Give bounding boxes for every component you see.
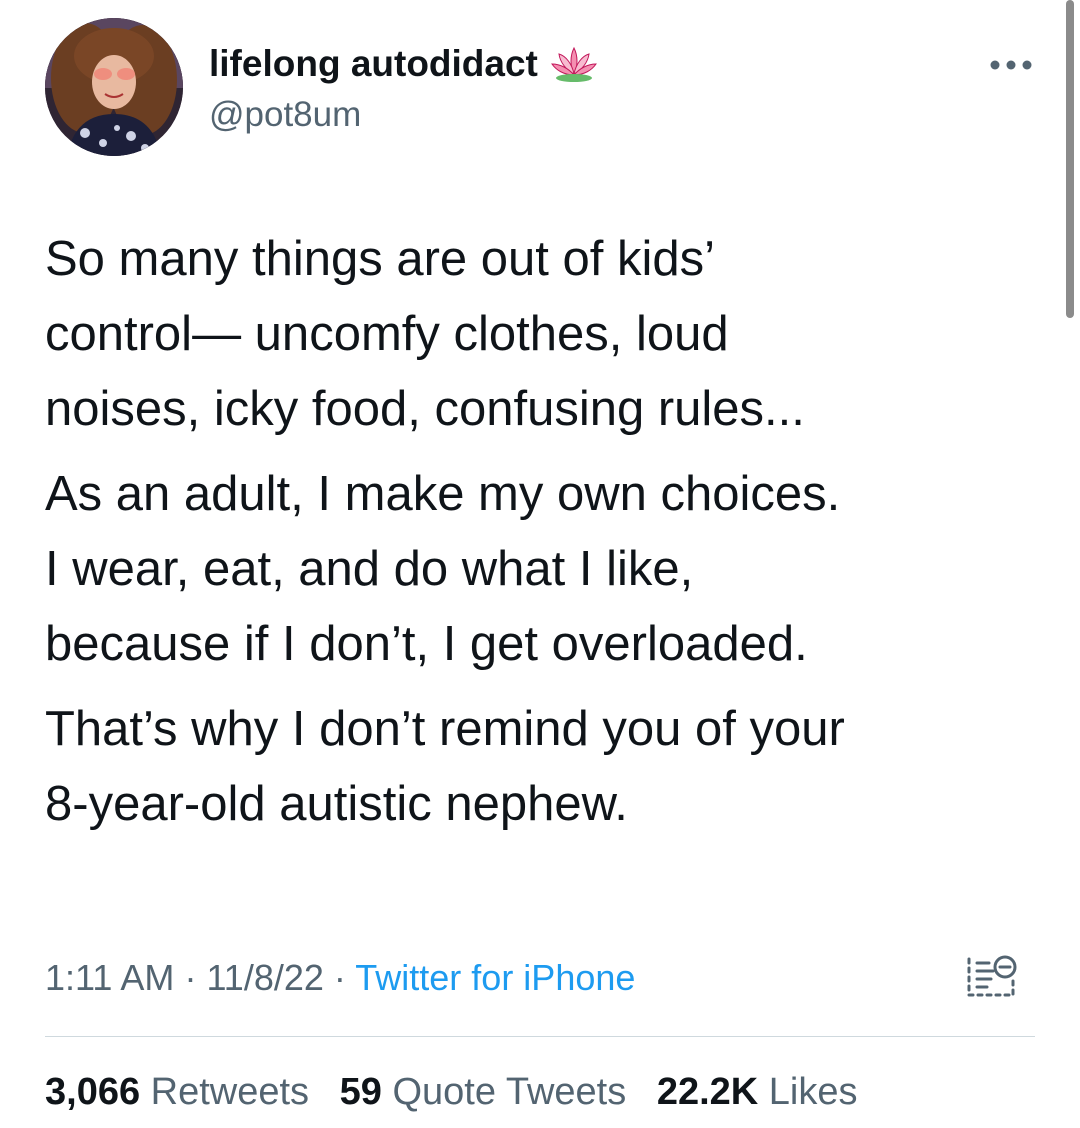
retweets-stat[interactable]: 3,066 Retweets: [45, 1066, 309, 1118]
avatar-photo: [45, 18, 183, 156]
tweet: lifelong autodidact @pot8um So many thin…: [0, 0, 1080, 1128]
analytics-icon[interactable]: [963, 951, 1021, 1001]
quote-tweets-stat[interactable]: 59 Quote Tweets: [340, 1066, 627, 1118]
scrollbar[interactable]: [1066, 0, 1074, 318]
tweet-text: So many things are out of kids’ control—…: [45, 222, 1035, 852]
tweet-stats: 3,066 Retweets 59 Quote Tweets 22.2K Lik…: [45, 1066, 878, 1118]
meta-separator: ·: [184, 957, 197, 998]
tweet-line: because if I don’t, I get overloaded.: [45, 617, 808, 671]
likes-count: 22.2K: [656, 1071, 759, 1113]
tweet-line: noises, icky food, confusing rules...: [45, 382, 805, 436]
tweet-source-link[interactable]: Twitter for iPhone: [355, 957, 635, 998]
tweet-paragraph: So many things are out of kids’ control—…: [45, 222, 1035, 447]
tweet-paragraph: That’s why I don’t remind you of your 8-…: [45, 692, 1035, 842]
lotus-icon: [550, 46, 597, 82]
more-options-icon[interactable]: [988, 58, 1034, 72]
retweets-count: 3,066: [45, 1071, 141, 1113]
tweet-line: That’s why I don’t remind you of your: [45, 702, 845, 756]
avatar[interactable]: [45, 18, 183, 156]
tweet-line: As an adult, I make my own choices.: [45, 467, 841, 521]
display-name-row[interactable]: lifelong autodidact: [209, 42, 598, 86]
quote-tweets-count: 59: [339, 1071, 382, 1113]
quote-tweets-label: Quote Tweets: [392, 1071, 627, 1113]
tweet-line: 8-year-old autistic nephew.: [45, 777, 628, 831]
divider: [45, 1036, 1035, 1037]
user-handle[interactable]: @pot8um: [209, 94, 361, 136]
tweet-line: I wear, eat, and do what I like,: [45, 542, 694, 596]
tweet-paragraph: As an adult, I make my own choices. I we…: [45, 457, 1035, 682]
tweet-time[interactable]: 1:11 AM: [45, 957, 174, 998]
retweets-label: Retweets: [150, 1071, 310, 1113]
likes-label: Likes: [768, 1071, 858, 1113]
likes-stat[interactable]: 22.2K Likes: [657, 1066, 858, 1118]
tweet-date[interactable]: 11/8/22: [206, 957, 323, 998]
display-name[interactable]: lifelong autodidact: [209, 42, 538, 86]
tweet-meta: 1:11 AM · 11/8/22 · Twitter for iPhone: [45, 952, 635, 1004]
meta-separator: ·: [333, 957, 346, 998]
tweet-line: So many things are out of kids’: [45, 232, 716, 286]
tweet-line: control— uncomfy clothes, loud: [45, 307, 729, 361]
